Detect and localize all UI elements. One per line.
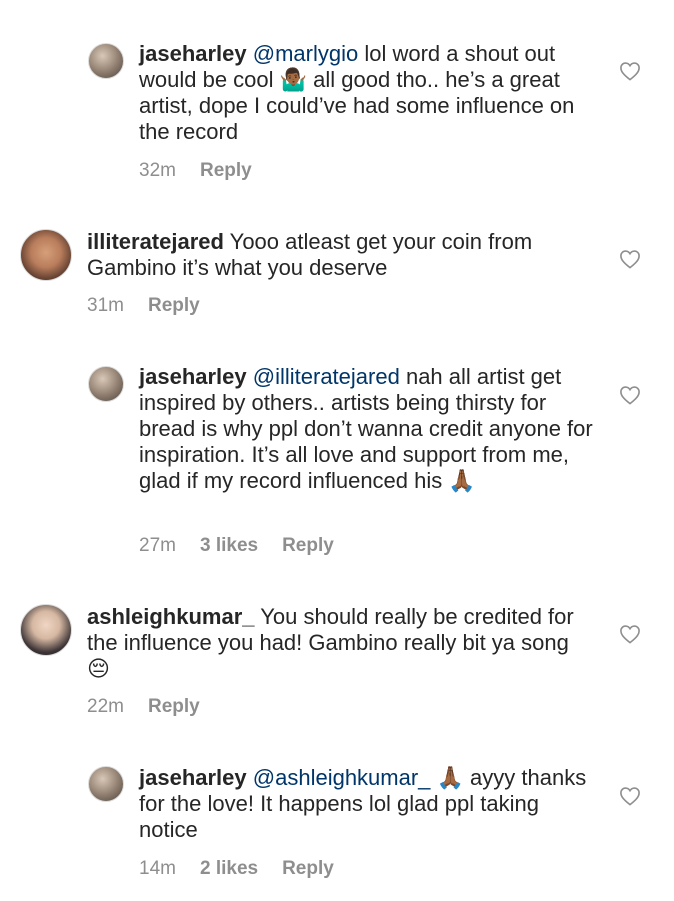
comment-mention[interactable]: @marlygio (253, 41, 358, 66)
comment-body: jaseharley @marlygio lol word a shout ou… (139, 41, 599, 145)
avatar-ashleighkumar[interactable] (20, 604, 72, 656)
reply-button[interactable]: Reply (200, 160, 252, 181)
reply-button[interactable]: Reply (282, 858, 334, 879)
comment-mention[interactable]: @illiteratejared (253, 364, 400, 389)
comment-mention[interactable]: @ashleighkumar_ (253, 765, 431, 790)
comment-meta: 31m Reply (87, 295, 224, 317)
comment-time: 27m (139, 535, 176, 556)
comment-body: illiteratejared Yooo atleast get your co… (87, 229, 597, 281)
heart-outline-icon[interactable] (619, 624, 641, 644)
comment-username[interactable]: jaseharley (139, 41, 247, 66)
heart-outline-icon[interactable] (619, 61, 641, 81)
comment-username[interactable]: jaseharley (139, 765, 247, 790)
comment-time: 31m (87, 295, 124, 316)
heart-outline-icon[interactable] (619, 385, 641, 405)
reply-button[interactable]: Reply (148, 696, 200, 717)
comment-username[interactable]: ashleighkumar_ (87, 604, 255, 629)
comment-username[interactable]: illiteratejared (87, 229, 224, 254)
reply-button[interactable]: Reply (148, 295, 200, 316)
likes-count[interactable]: 3 likes (200, 535, 258, 556)
comment-body: jaseharley @ashleighkumar_ 🙏🏾 ayyy thank… (139, 765, 599, 843)
likes-count[interactable]: 2 likes (200, 858, 258, 879)
comment-body: ashleighkumar_ You should really be cred… (87, 604, 597, 682)
comment-time: 22m (87, 696, 124, 717)
avatar-jaseharley[interactable] (88, 766, 124, 802)
comment-body: jaseharley @illiteratejared nah all arti… (139, 364, 599, 494)
comment-username[interactable]: jaseharley (139, 364, 247, 389)
comment-meta: 22m Reply (87, 696, 224, 718)
comment-meta: 32m Reply (139, 160, 276, 182)
heart-outline-icon[interactable] (619, 786, 641, 806)
comment-meta: 27m 3 likes Reply (139, 535, 358, 557)
comment-time: 14m (139, 858, 176, 879)
reply-button[interactable]: Reply (282, 535, 334, 556)
heart-outline-icon[interactable] (619, 249, 641, 269)
avatar-illiteratejared[interactable] (20, 229, 72, 281)
avatar-jaseharley[interactable] (88, 43, 124, 79)
comment-meta: 14m 2 likes Reply (139, 858, 358, 880)
comment-time: 32m (139, 160, 176, 181)
avatar-jaseharley[interactable] (88, 366, 124, 402)
